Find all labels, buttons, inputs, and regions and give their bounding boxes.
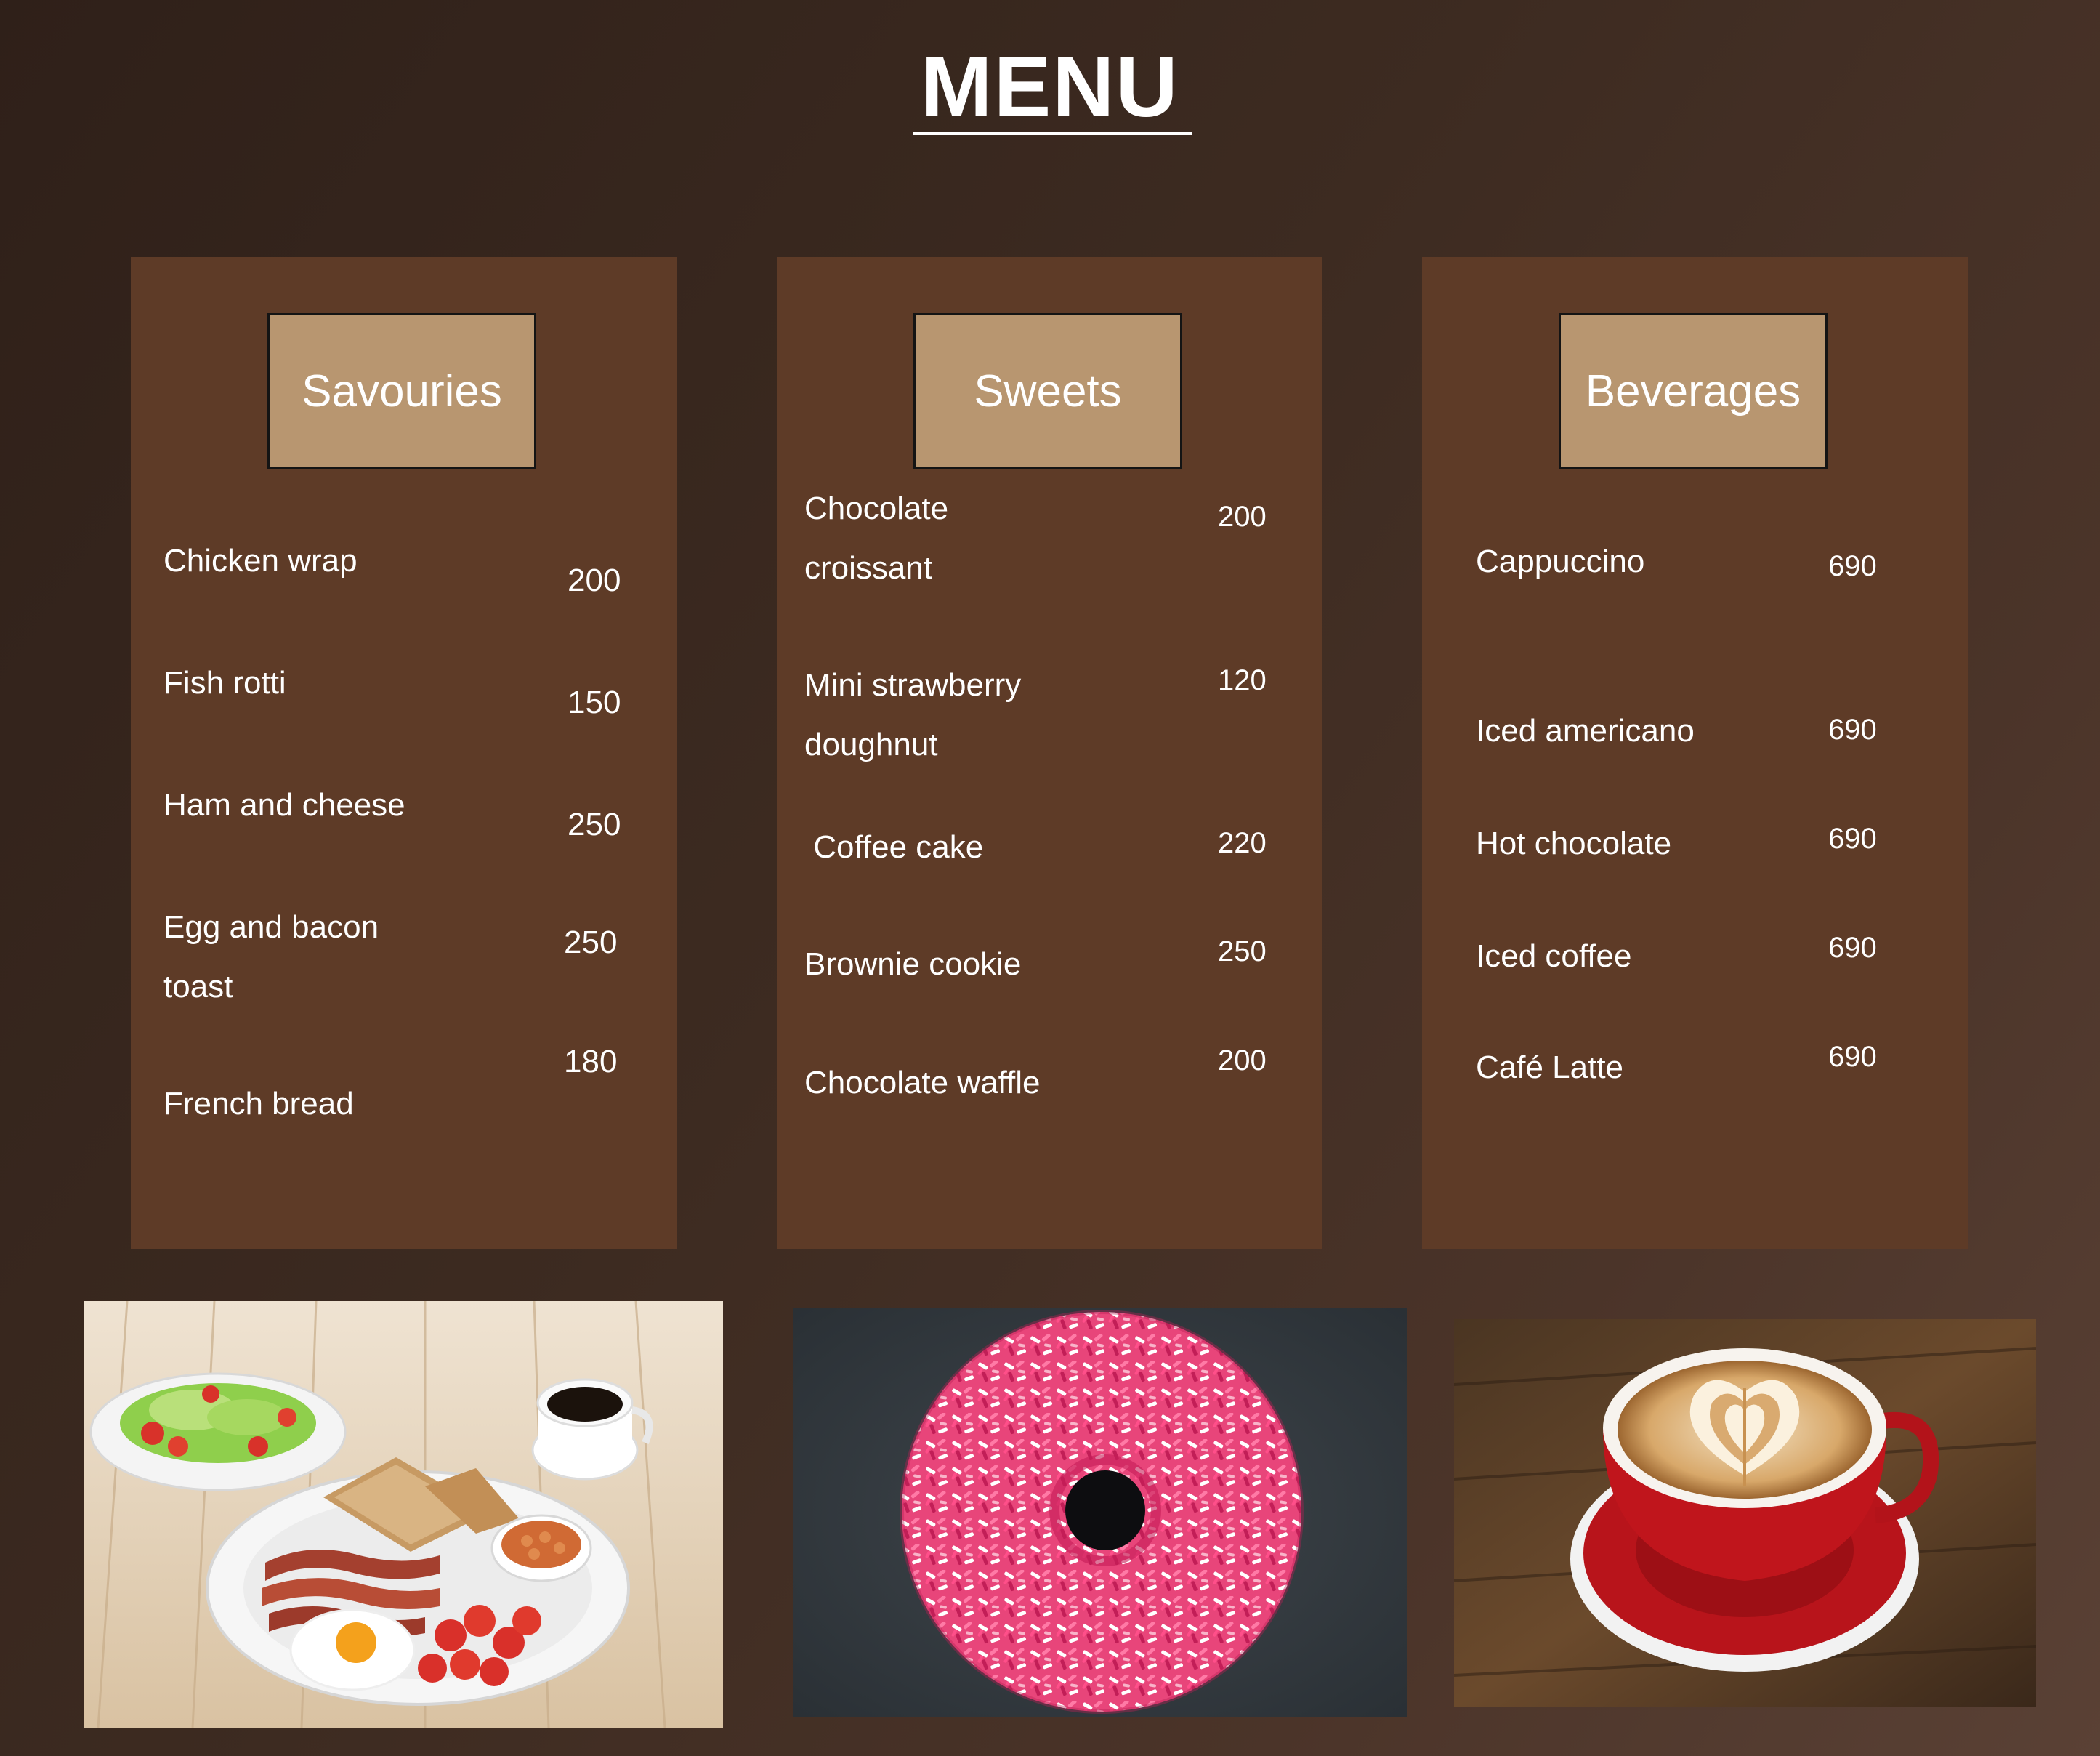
section-heading-sweets: Sweets	[913, 313, 1182, 469]
menu-item-name: Fish rotti	[163, 665, 286, 701]
menu-item-name: Coffee cake	[804, 829, 984, 865]
menu-item-price: 690	[1828, 932, 1877, 964]
menu-item-name: Cappuccino	[1476, 544, 1645, 579]
menu-item-name: Hot chocolate	[1476, 826, 1672, 861]
breakfast-plate-image	[84, 1301, 723, 1728]
menu-item-price: 690	[1828, 714, 1877, 746]
menu-item-price: 250	[568, 807, 621, 842]
menu-item-price: 120	[1218, 664, 1267, 696]
menu-item-price: 200	[568, 563, 621, 598]
menu-item-name: Brownie cookie	[804, 946, 1022, 982]
savouries-card: Savouries Chicken wrap 200 Fish rotti 15…	[131, 257, 677, 1249]
menu-item-price: 150	[568, 685, 621, 720]
menu-item-name: Mini strawberry doughnut	[804, 667, 1022, 762]
menu-item-price: 690	[1828, 1041, 1877, 1073]
menu-item-name: French bread	[163, 1086, 354, 1121]
section-heading-beverages: Beverages	[1559, 313, 1828, 469]
menu-item-name: Café Latte	[1476, 1050, 1624, 1085]
menu-item-name: Iced coffee	[1476, 938, 1632, 974]
menu-item-name: Chocolate croissant	[804, 491, 949, 586]
menu-item-price: 200	[1218, 1044, 1267, 1076]
menu-item-price: 180	[564, 1044, 618, 1079]
sweets-card: Sweets Chocolate croissant 200 Mini stra…	[777, 257, 1322, 1249]
menu-item-price: 690	[1828, 550, 1877, 582]
menu-item-price: 690	[1828, 823, 1877, 855]
menu-item-price: 250	[564, 925, 618, 960]
menu-page: MENU Savouries Chicken wrap 200 Fish rot…	[0, 0, 2100, 1756]
menu-item-name: Ham and cheese	[163, 787, 405, 823]
menu-item-price: 220	[1218, 827, 1267, 859]
menu-item-name: Egg and bacon toast	[163, 909, 379, 1004]
section-heading-savouries: Savouries	[267, 313, 536, 469]
menu-item-price: 250	[1218, 935, 1267, 967]
menu-item-price: 200	[1218, 501, 1267, 533]
title-underline	[913, 132, 1192, 135]
menu-item-name: Iced americano	[1476, 713, 1695, 749]
pink-doughnut-image	[793, 1308, 1407, 1717]
beverages-card: Beverages Cappuccino 690 Iced americano …	[1422, 257, 1968, 1249]
cappuccino-image	[1454, 1319, 2036, 1707]
page-title: MENU	[921, 39, 1179, 135]
menu-item-name: Chocolate waffle	[804, 1065, 1041, 1100]
menu-item-name: Chicken wrap	[163, 543, 358, 579]
